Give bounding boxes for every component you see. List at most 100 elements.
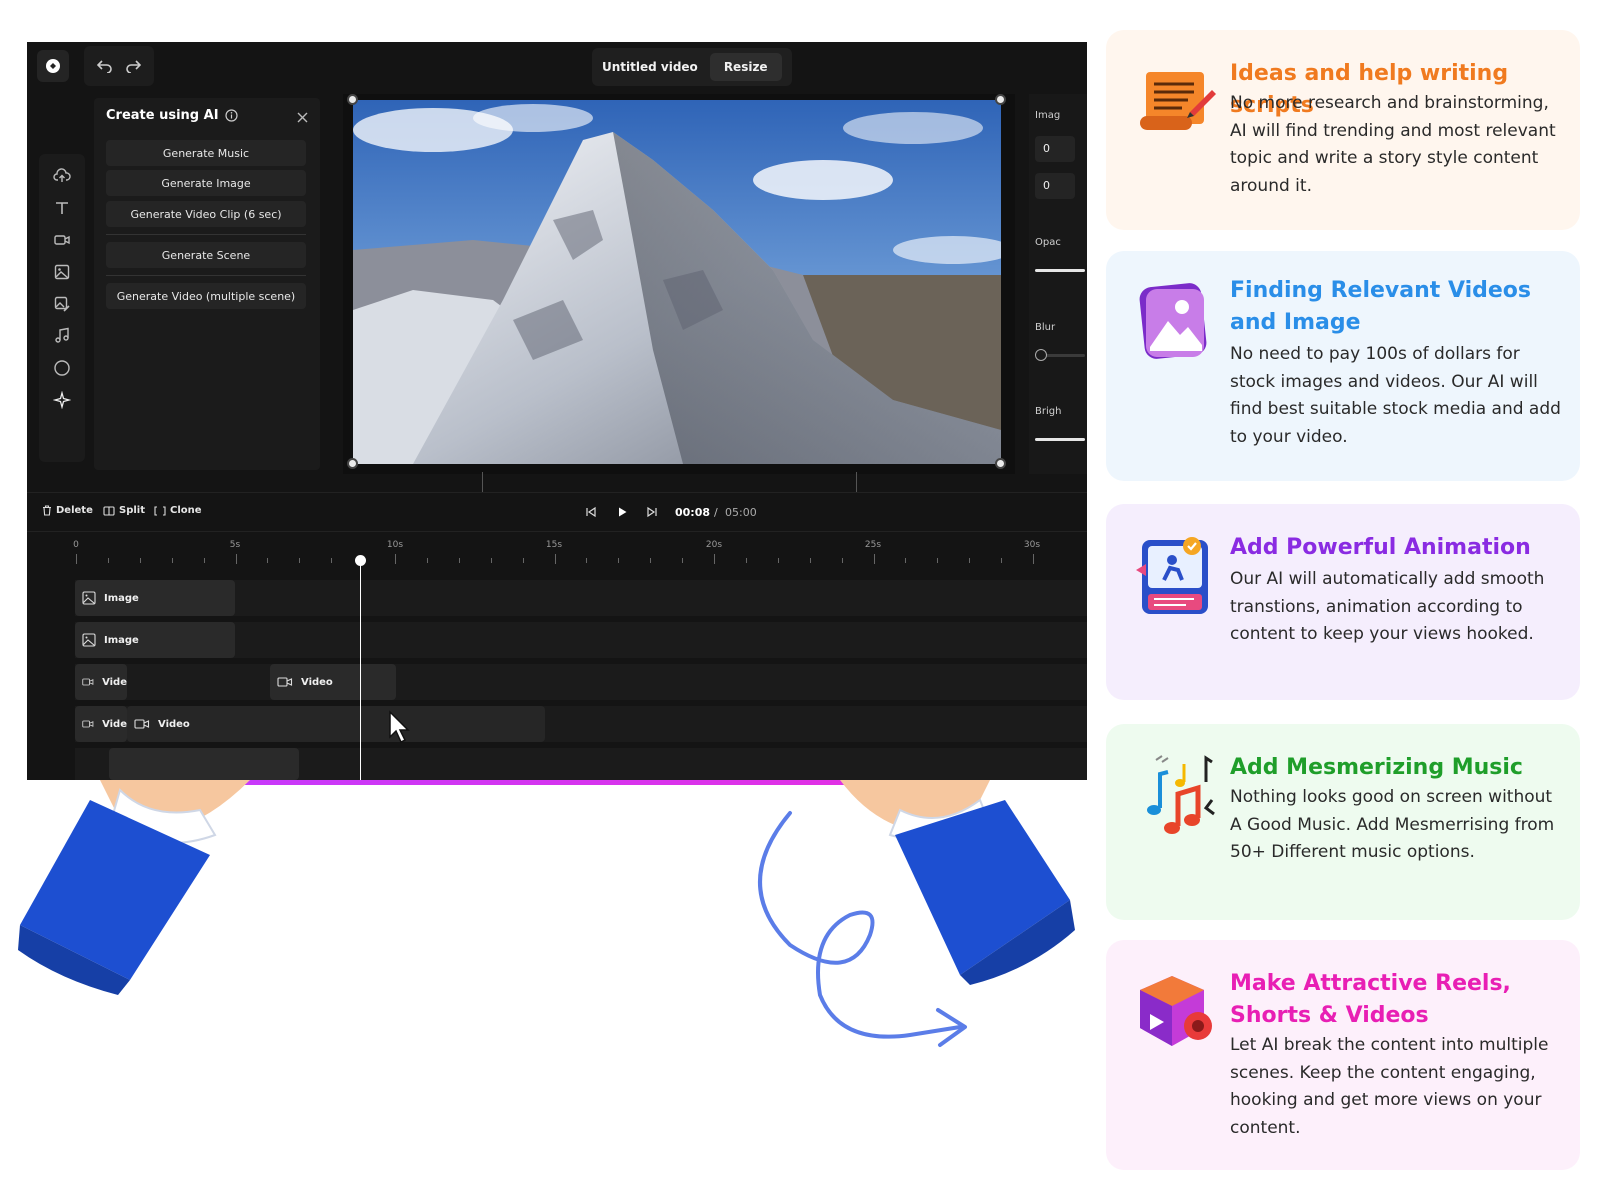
curly-arrow-decoration xyxy=(758,811,967,1047)
generate-video-clip-button[interactable]: Generate Video Clip (6 sec) xyxy=(106,201,306,227)
skip-back-icon[interactable] xyxy=(585,506,597,518)
undo-icon[interactable] xyxy=(97,59,113,73)
music-icon[interactable] xyxy=(50,324,74,348)
play-icon[interactable] xyxy=(616,506,628,518)
video-cube-icon xyxy=(1132,970,1218,1056)
split-button[interactable]: Split xyxy=(103,505,145,516)
ruler-label: 20s xyxy=(705,540,723,550)
ruler-tick xyxy=(841,558,843,563)
clip-label: Image xyxy=(104,592,139,604)
preview-canvas xyxy=(343,94,1015,474)
app-logo-button[interactable] xyxy=(37,50,69,82)
ruler-tick xyxy=(107,558,109,563)
ai-panel-title: Create using AI xyxy=(106,108,219,123)
ruler-label: 30s xyxy=(1023,540,1041,550)
timeline-track: Vide Video xyxy=(75,664,1087,700)
ruler-tick xyxy=(777,558,779,563)
generate-music-button[interactable]: Generate Music xyxy=(106,140,306,166)
current-time: 00:08 xyxy=(675,506,711,519)
feature-title: Finding Relevant Videos and Image xyxy=(1230,278,1531,335)
preview-scrub-marker xyxy=(856,472,857,492)
video-icon xyxy=(277,677,293,687)
ai-sparkle-icon[interactable] xyxy=(50,388,74,412)
ruler-tick xyxy=(76,554,77,564)
feature-card-reels: Make Attractive Reels, Shorts & Videos L… xyxy=(1106,940,1580,1170)
clip-label: Video xyxy=(301,676,333,688)
generate-video-multi-scene-button[interactable]: Generate Video (multiple scene) xyxy=(106,283,306,309)
image-icon xyxy=(82,591,96,605)
resize-button[interactable]: Resize xyxy=(709,53,782,81)
info-icon[interactable] xyxy=(224,109,238,122)
ruler-tick xyxy=(299,558,301,563)
create-with-ai-panel: Create using AI Generate Music Generate … xyxy=(94,98,320,470)
ruler-tick xyxy=(714,554,715,564)
ruler-tick xyxy=(490,558,492,563)
delete-label: Delete xyxy=(56,505,93,516)
redo-icon[interactable] xyxy=(125,59,141,73)
ruler-label: 10s xyxy=(386,540,404,550)
position-y-input[interactable]: 0 xyxy=(1035,173,1075,199)
ruler-tick xyxy=(969,558,971,563)
tools-rail xyxy=(39,154,85,462)
properties-panel: Imag 0 0 Opac Blur Brigh xyxy=(1029,94,1087,474)
timeline-ruler[interactable]: 0 5s 10s 15s 20s 25s 30s xyxy=(27,534,1087,574)
resize-handle-top-left[interactable] xyxy=(347,94,358,105)
image-icon xyxy=(82,633,96,647)
ruler-tick xyxy=(139,558,141,563)
ruler-tick xyxy=(618,558,620,563)
ruler-tick xyxy=(522,558,524,563)
video-title[interactable]: Untitled video xyxy=(602,60,698,74)
feature-title: Make Attractive Reels, Shorts & Videos xyxy=(1230,971,1511,1028)
ruler-tick xyxy=(745,558,747,563)
generate-image-button[interactable]: Generate Image xyxy=(106,170,306,196)
feature-description: Let AI break the content into multiple s… xyxy=(1230,1035,1549,1138)
ruler-tick xyxy=(873,554,875,564)
image-edit-icon[interactable] xyxy=(50,292,74,316)
playhead-handle[interactable] xyxy=(355,555,366,566)
clip-label: Vide xyxy=(102,718,127,730)
ruler-tick xyxy=(937,558,939,563)
video-clip[interactable]: Vide xyxy=(75,706,127,742)
blur-slider-knob[interactable] xyxy=(1035,349,1047,361)
image-icon[interactable] xyxy=(50,260,74,284)
ruler-tick xyxy=(809,558,811,563)
mountain-preview-image[interactable] xyxy=(353,100,1001,464)
gallery-image-icon xyxy=(1132,279,1218,365)
video-clip[interactable]: Video xyxy=(270,664,396,700)
delete-button[interactable]: Delete xyxy=(42,505,93,516)
blur-label: Blur xyxy=(1035,322,1056,333)
upload-icon[interactable] xyxy=(50,164,74,188)
video-clip[interactable]: Vide xyxy=(75,664,127,700)
brightness-slider[interactable] xyxy=(1035,438,1085,441)
text-icon[interactable] xyxy=(50,196,74,220)
clone-button[interactable]: Clone xyxy=(154,505,202,516)
feature-title: Add Powerful Animation xyxy=(1230,535,1531,560)
skip-forward-icon[interactable] xyxy=(646,506,658,518)
video-clip[interactable]: Video xyxy=(127,706,545,742)
playhead-line[interactable] xyxy=(360,562,361,780)
resize-handle-top-right[interactable] xyxy=(995,94,1006,105)
trash-icon xyxy=(43,505,51,516)
opacity-slider[interactable] xyxy=(1035,269,1085,272)
timeline-controls: Delete Split Clone 00:08 / 05:00 xyxy=(27,492,1087,532)
ruler-tick xyxy=(586,558,588,563)
close-icon[interactable] xyxy=(297,108,308,127)
timeline-track: Image xyxy=(75,580,1087,616)
shape-icon[interactable] xyxy=(50,356,74,380)
image-clip[interactable]: Image xyxy=(75,622,235,658)
image-clip[interactable]: Image xyxy=(75,580,235,616)
audio-clip[interactable] xyxy=(109,748,299,780)
timeline-track: Image xyxy=(75,622,1087,658)
resize-handle-bottom-left[interactable] xyxy=(347,458,358,469)
resize-handle-bottom-right[interactable] xyxy=(995,458,1006,469)
generate-scene-button[interactable]: Generate Scene xyxy=(106,242,306,268)
split-icon xyxy=(103,505,115,516)
ruler-tick xyxy=(331,558,333,563)
divider xyxy=(106,234,306,235)
ai-panel-heading: Create using AI xyxy=(106,108,238,123)
position-x-input[interactable]: 0 xyxy=(1035,136,1075,162)
video-icon xyxy=(134,719,150,729)
video-icon[interactable] xyxy=(50,228,74,252)
feature-card-scripts: Ideas and help writing scripts No more r… xyxy=(1106,30,1580,230)
ruler-tick xyxy=(650,558,652,563)
